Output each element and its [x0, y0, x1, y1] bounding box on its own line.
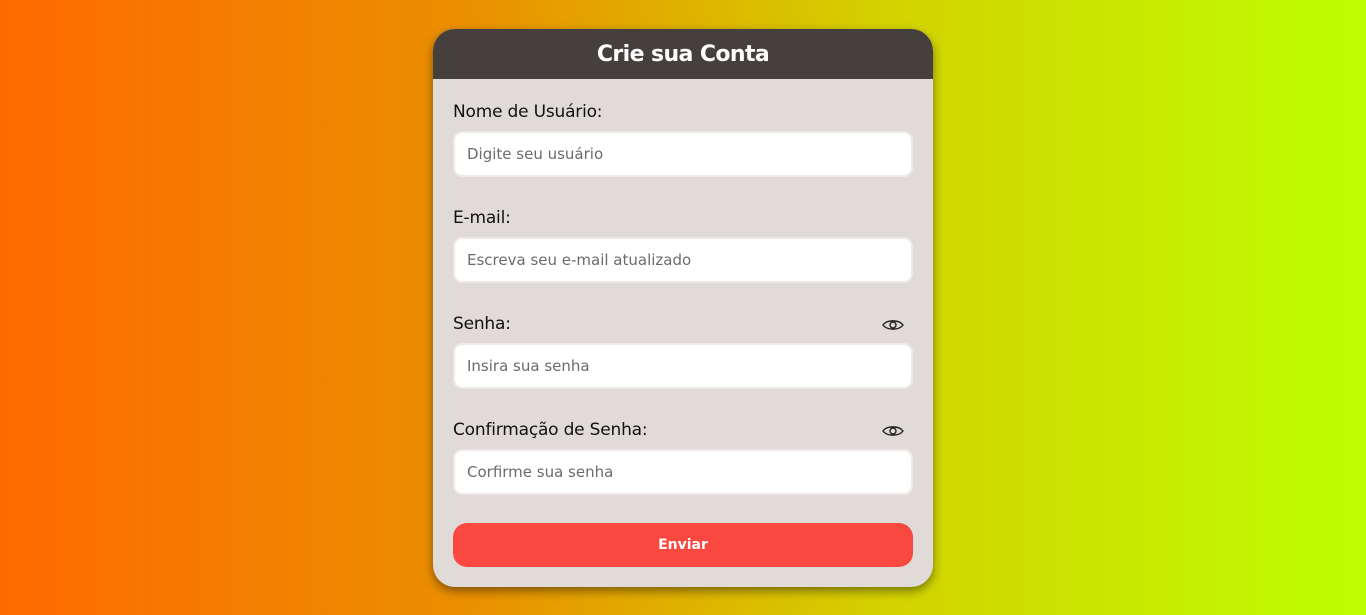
signup-card: Crie sua Conta Nome de Usuário: E-mail: …: [433, 29, 933, 587]
eye-icon[interactable]: [882, 424, 904, 438]
confirm-password-field-group: Confirmação de Senha:: [453, 419, 913, 495]
submit-button[interactable]: Enviar: [453, 523, 913, 567]
password-field-group: Senha:: [453, 313, 913, 389]
email-input[interactable]: [453, 237, 913, 283]
email-label: E-mail:: [453, 208, 511, 228]
username-field-group: Nome de Usuário:: [453, 101, 913, 177]
confirm-password-label: Confirmação de Senha:: [453, 420, 648, 440]
eye-icon[interactable]: [882, 318, 904, 332]
username-label: Nome de Usuário:: [453, 102, 603, 122]
email-field-group: E-mail:: [453, 207, 913, 283]
password-input[interactable]: [453, 343, 913, 389]
password-label: Senha:: [453, 314, 511, 334]
confirm-password-input[interactable]: [453, 449, 913, 495]
card-header: Crie sua Conta: [433, 29, 933, 79]
username-input[interactable]: [453, 131, 913, 177]
page-title: Crie sua Conta: [596, 41, 770, 67]
